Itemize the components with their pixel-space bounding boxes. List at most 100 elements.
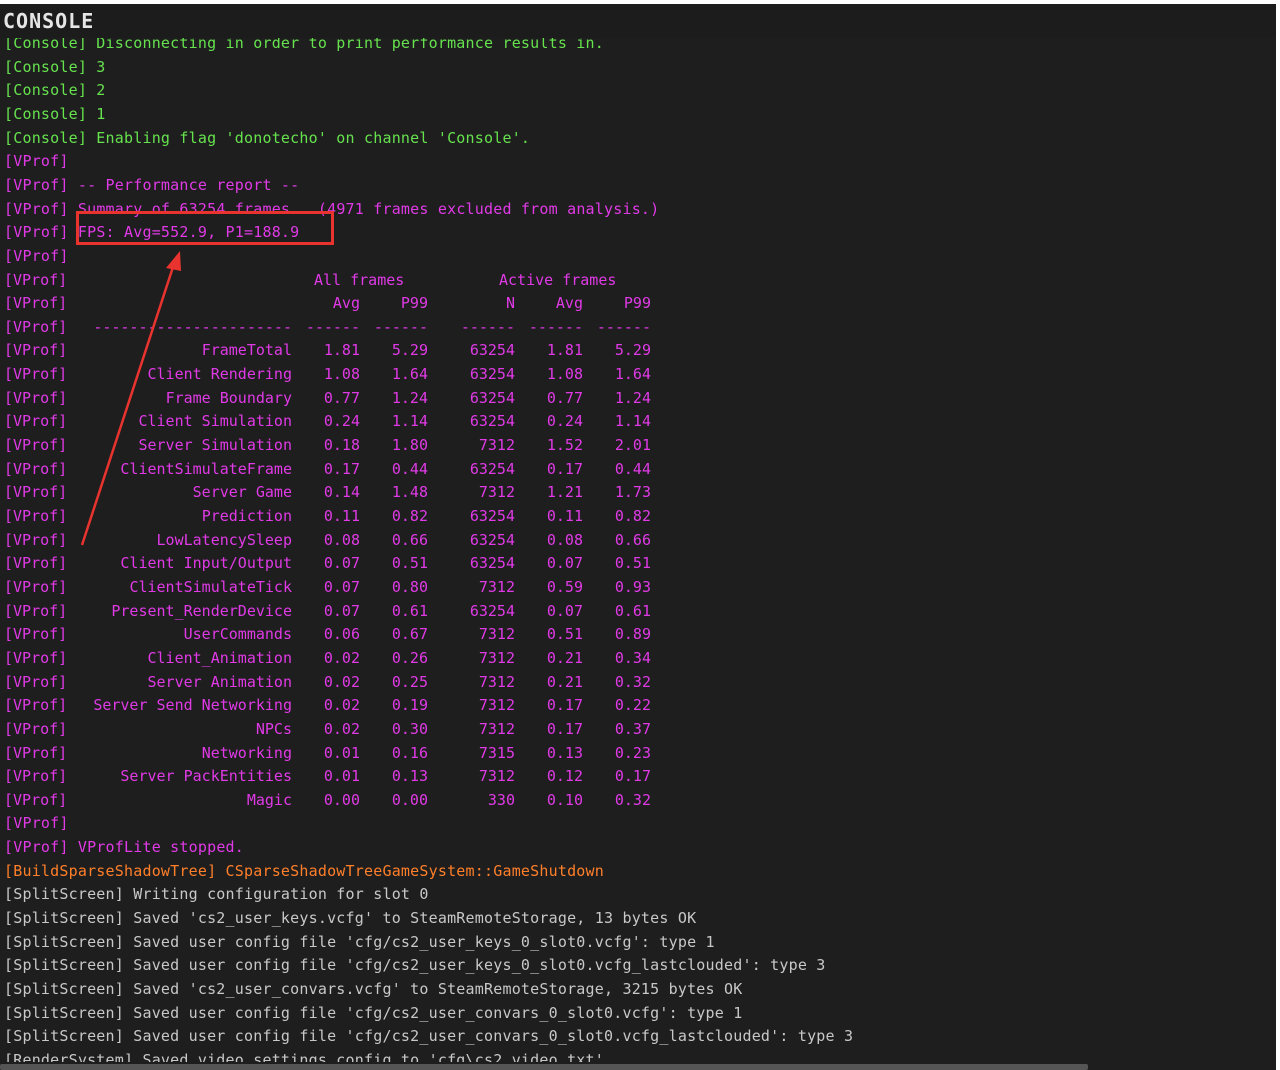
log-tag: [VProf] <box>4 341 68 360</box>
row-n: 7312 <box>478 696 515 715</box>
row-name: ClientSimulateTick <box>129 577 292 596</box>
vprof-table-row: [VProf] Client Rendering 1.08 1.64 63254 1.08… <box>4 363 1274 385</box>
row-name: Networking <box>201 743 292 762</box>
row-avg: 0.11 <box>323 507 360 525</box>
vprof-column-header: [VProf] Avg P99 N Avg P99 <box>4 292 1274 314</box>
log-tag: [VProf] <box>4 672 68 691</box>
log-tag: [RenderSystem] <box>4 1050 134 1062</box>
row-name: Server Send Networking <box>93 696 292 715</box>
sep-p99: ------ <box>373 317 428 336</box>
window-title: CONSOLE <box>3 9 95 33</box>
vprof-table-row: [VProf] Server Game 0.14 1.48 7312 1.21 1.73 <box>4 481 1274 503</box>
row-name: Server PackEntities <box>120 767 292 786</box>
row-active-avg: 0.24 <box>546 412 583 431</box>
row-active-avg: 0.17 <box>546 719 583 738</box>
row-name: Prediction <box>201 507 292 525</box>
log-text: VProfLite stopped. <box>68 838 245 857</box>
log-tag: [VProf] <box>4 507 68 525</box>
row-name: Present_RenderDevice <box>111 601 292 620</box>
console-line: [SplitScreen] Saved 'cs2_user_keys.vcfg'… <box>4 907 696 929</box>
console-line: [SplitScreen] Saved user config file 'cf… <box>4 931 715 953</box>
log-text: Writing configuration for slot 0 <box>124 885 429 904</box>
log-text: Saved user config file 'cfg/cs2_user_con… <box>124 1003 743 1022</box>
row-p99: 0.67 <box>391 625 428 644</box>
row-avg: 0.02 <box>323 696 360 715</box>
row-p99: 0.66 <box>391 530 428 549</box>
row-avg: 0.07 <box>323 554 360 573</box>
log-tag: [Console] <box>4 104 88 123</box>
log-tag: [BuildSparseShadowTree] <box>4 861 217 880</box>
vprof-table-row: [VProf] Networking 0.01 0.16 7315 0.13 0.23 <box>4 742 1274 764</box>
row-p99: 0.13 <box>391 767 428 786</box>
row-n: 63254 <box>469 412 515 431</box>
vprof-separator: [VProf] ---------------------- ------ -----… <box>4 316 1274 338</box>
console-log[interactable]: [Console] Disconnecting in order to prin… <box>0 38 1276 1062</box>
row-name: NPCs <box>255 719 292 738</box>
vprof-table-row: [VProf] NPCs 0.02 0.30 7312 0.17 0.37 <box>4 718 1274 740</box>
log-tag: [Console] <box>4 38 88 52</box>
row-active-p99: 0.37 <box>614 719 651 738</box>
row-n: 63254 <box>469 365 515 384</box>
log-tag: [VProf] <box>4 577 68 596</box>
sep-active-p99: ------ <box>596 317 651 336</box>
log-text: Saved user config file 'cfg/cs2_user_con… <box>124 1027 854 1046</box>
log-text: Saved user config file 'cfg/cs2_user_key… <box>124 956 826 975</box>
log-tag: [SplitScreen] <box>4 1003 124 1022</box>
col-n: N <box>505 294 515 313</box>
log-tag: [SplitScreen] <box>4 909 124 928</box>
vprof-report-title-line: [VProf] -- Performance report -- <box>4 174 299 196</box>
row-avg: 0.14 <box>323 483 360 502</box>
log-tag: [VProf] <box>4 152 69 171</box>
log-text: Saved user config file 'cfg/cs2_user_key… <box>124 932 715 951</box>
row-p99: 1.48 <box>391 483 428 502</box>
console-line: [RenderSystem] Saved video settings conf… <box>4 1049 604 1062</box>
log-tag: [VProf] <box>4 317 68 336</box>
console-window: CONSOLE [Console] Disconnecting in order… <box>0 4 1276 1070</box>
row-active-avg: 1.52 <box>546 436 583 455</box>
log-text: Saved 'cs2_user_keys.vcfg' to SteamRemot… <box>124 909 697 928</box>
row-n: 63254 <box>469 388 515 407</box>
row-name: Client Rendering <box>147 365 293 384</box>
log-tag: [VProf] <box>4 246 69 265</box>
log-tag: [SplitScreen] <box>4 956 124 975</box>
row-active-avg: 0.07 <box>546 601 583 620</box>
log-tag: [VProf] <box>4 459 68 478</box>
row-name: Server Simulation <box>138 436 292 455</box>
row-active-avg: 0.21 <box>546 648 583 667</box>
horizontal-scrollbar[interactable] <box>0 1064 1088 1070</box>
row-avg: 0.17 <box>323 459 360 478</box>
row-n: 63254 <box>469 530 515 549</box>
row-n: 7312 <box>478 767 515 786</box>
vprof-table-row: [VProf] LowLatencySleep 0.08 0.66 63254 0.08 0… <box>4 529 1274 551</box>
row-avg: 0.08 <box>323 530 360 549</box>
log-tag: [VProf] <box>4 294 68 313</box>
row-active-p99: 0.17 <box>614 767 651 786</box>
row-active-p99: 0.61 <box>614 601 651 620</box>
row-active-avg: 0.11 <box>546 507 583 525</box>
fps-highlight-box <box>76 211 334 245</box>
log-tag: [VProf] <box>4 175 69 194</box>
console-line: [SplitScreen] Saved 'cs2_user_convars.vc… <box>4 978 742 1000</box>
title-bar: CONSOLE <box>0 4 1276 38</box>
console-line: [Console] Disconnecting in order to prin… <box>4 38 604 54</box>
vprof-table-row: [VProf] Server Simulation 0.18 1.80 7312 1.52… <box>4 434 1274 456</box>
vprof-table-row: [VProf] Client Input/Output 0.07 0.51 63254 0… <box>4 552 1274 574</box>
row-active-p99: 0.82 <box>614 507 651 525</box>
log-tag: [VProf] <box>4 483 68 502</box>
log-tag: [VProf] <box>4 270 68 289</box>
row-active-p99: 5.29 <box>614 341 651 360</box>
vprof-table-row: [VProf] ClientSimulateTick 0.07 0.80 7312 0.5… <box>4 576 1274 598</box>
row-active-p99: 0.32 <box>614 790 651 809</box>
vprof-table-row: [VProf] Magic 0.00 0.00 330 0.10 0.32 <box>4 789 1274 811</box>
log-tag: [VProf] <box>4 365 68 384</box>
row-avg: 0.07 <box>323 601 360 620</box>
row-p99: 1.14 <box>391 412 428 431</box>
log-tag: [Console] <box>4 128 88 147</box>
row-n: 63254 <box>469 601 515 620</box>
row-name: FrameTotal <box>201 341 292 360</box>
vprof-table-row: [VProf] Server Send Networking 0.02 0.19 731… <box>4 694 1274 716</box>
row-avg: 0.24 <box>323 412 360 431</box>
log-text: -- Performance report -- <box>68 175 300 194</box>
log-tag: [SplitScreen] <box>4 1027 124 1046</box>
vprof-table-row: [VProf] Frame Boundary 0.77 1.24 63254 0.77 1.… <box>4 387 1274 409</box>
